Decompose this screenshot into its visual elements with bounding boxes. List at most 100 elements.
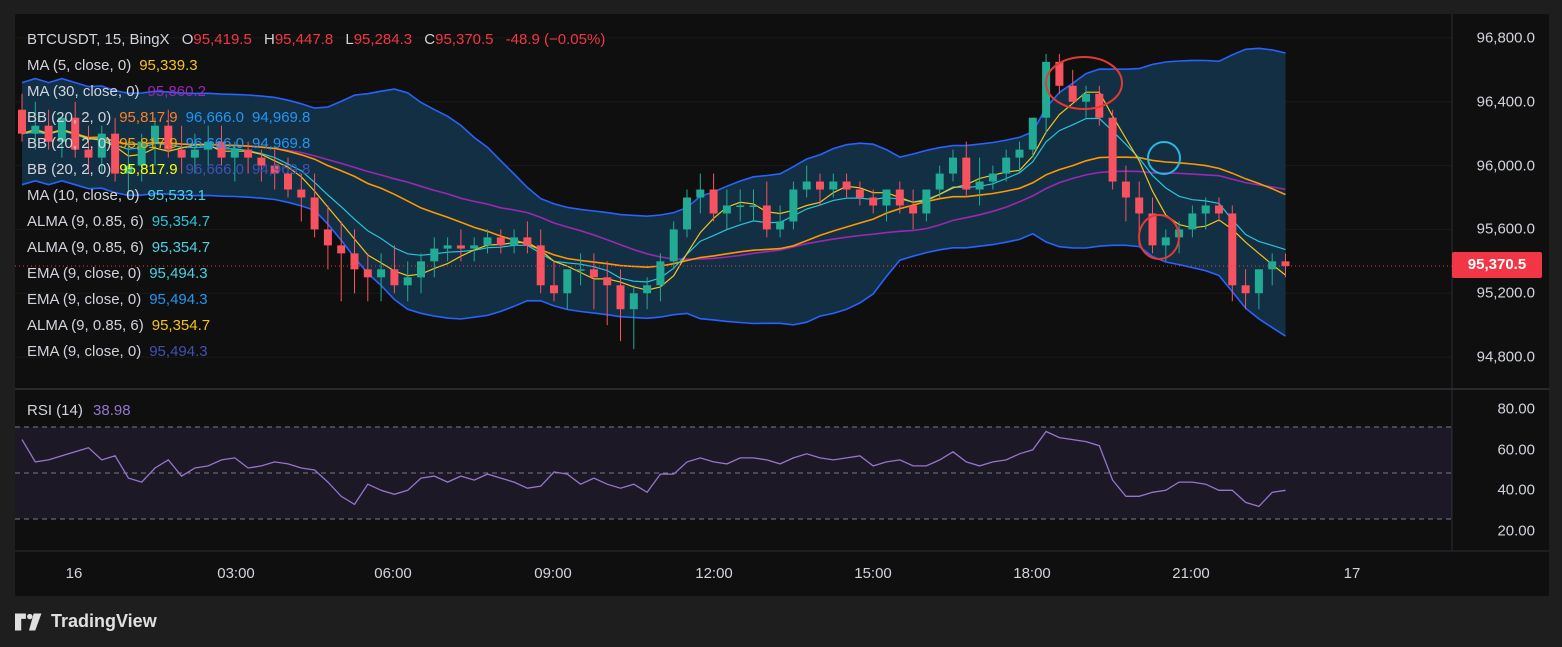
current-price-badge: 95,370.5 [1452,252,1542,278]
time-tick-label: 09:00 [534,565,572,582]
indicator-row[interactable]: MA (10, close, 0) 95,533.1 [27,183,605,209]
rsi-axis[interactable]: 80.00 60.00 40.00 20.00 [1452,14,1549,596]
candle-body [829,181,838,190]
low-label: L [345,31,354,48]
indicator-label: EMA (9, close, 0) [27,265,142,282]
indicator-row[interactable]: BB (20, 2, 0) 95,817.9 96,666.0 94,969.8 [27,157,605,183]
candle-body [1002,157,1011,174]
close-value: 95,370.5 [435,31,494,48]
indicator-value: 95,494.3 [149,343,208,360]
candle-body [949,157,957,174]
candle-body [1028,117,1037,150]
indicator-row[interactable]: EMA (9, close, 0) 95,494.3 [27,261,605,287]
candle-body [1268,261,1277,270]
candle-body [736,205,745,207]
high-label: H [263,31,275,48]
change-value: -48.9 (−0.05%) [505,31,606,48]
indicator-row[interactable]: MA (30, close, 0) 95,860.2 [27,79,605,105]
candle-body [1135,197,1144,214]
candle-body [882,189,891,206]
rsi-tick-label: 20.00 [1497,522,1535,540]
indicator-value: 94,969.8 [252,135,311,152]
candle-body [629,293,638,310]
indicator-row[interactable]: BB (20, 2, 0) 95,817.9 96,666.0 94,969.8 [27,131,605,157]
rsi-tick-label: 40.00 [1497,481,1535,499]
rsi-label: RSI (14) [27,402,83,419]
indicator-value: 95,860.2 [147,83,206,100]
indicator-row[interactable]: ALMA (9, 0.85, 6) 95,354.7 [27,209,605,235]
indicator-row[interactable]: MA (5, close, 0) 95,339.3 [27,53,605,79]
candle-body [935,173,944,190]
indicator-label: EMA (9, close, 0) [27,343,142,360]
indicator-row[interactable]: ALMA (9, 0.85, 6) 95,354.7 [27,235,605,261]
symbol-label[interactable]: BTCUSDT, 15, BingX [27,31,170,48]
indicator-value: 95,354.7 [151,317,211,334]
rsi-legend[interactable]: RSI (14) 38.98 [27,402,131,419]
candle-body [722,205,731,214]
candle-body [1015,149,1024,158]
candle-body [749,205,758,207]
time-tick-label: 06:00 [374,565,412,582]
close-label: C [424,31,436,48]
indicator-value: 95,494.3 [149,291,208,308]
indicator-row[interactable]: EMA (9, close, 0) 95,494.3 [27,287,605,313]
candle-body [683,197,691,230]
indicator-label: EMA (9, close, 0) [27,291,142,308]
rsi-tick-label: 80.00 [1497,400,1535,418]
indicator-row[interactable]: EMA (9, close, 0) 95,494.3 [27,339,605,365]
low-value: 95,284.3 [353,31,413,48]
candle-body [643,285,652,294]
open-label: O [181,31,194,48]
candle-body [909,205,918,214]
candle-body [855,189,864,198]
time-tick-label: 18:00 [1013,565,1051,582]
rsi-band-background [15,427,1452,519]
candle-body [816,181,824,190]
time-tick-label: 21:00 [1172,565,1210,582]
candle-body [1215,205,1223,214]
candle-body [1108,117,1117,182]
time-tick-label: 15:00 [854,565,892,582]
candle-body [762,205,771,230]
indicator-value: 94,969.8 [252,161,311,178]
candle-body [802,181,811,190]
candle-body [776,221,785,230]
indicator-value: 95,354.7 [151,239,211,256]
candle-body [669,229,678,262]
indicator-value: 95,354.7 [151,213,211,230]
candle-body [869,197,878,206]
candle-body [1281,261,1290,267]
candle-body [1254,269,1263,294]
indicator-row[interactable]: ALMA (9, 0.85, 6) 95,354.7 [27,313,605,339]
indicator-label: ALMA (9, 0.85, 6) [27,239,144,256]
indicator-value: 95,817.9 [119,109,178,126]
time-tick-label: 12:00 [695,565,733,582]
indicator-value: 95,339.3 [139,57,198,74]
indicator-label: MA (10, close, 0) [27,187,140,204]
tradingview-brand[interactable]: TradingView [15,611,157,632]
rsi-tick-label: 60.00 [1497,441,1535,459]
candle-body [789,189,798,222]
tradingview-logo-icon [15,612,42,631]
candle-body [1082,93,1090,102]
indicator-list: MA (5, close, 0) 95,339.3 MA (30, close, 0… [27,53,605,365]
candle-body [696,189,705,198]
candle-body [975,181,984,190]
time-tick-label: 16 [65,565,83,582]
brand-name: TradingView [51,611,157,631]
indicator-label: ALMA (9, 0.85, 6) [27,317,144,334]
candle-body [895,189,904,206]
symbol-ohlc-row[interactable]: BTCUSDT, 15, BingX O95,419.5 H95,447.8 L… [27,27,605,53]
indicator-value: 96,666.0 [185,109,244,126]
candle-body [1161,237,1170,246]
indicator-value: 95,817.9 [119,135,178,152]
indicator-value: 95,533.1 [147,187,206,204]
candle-body [1201,205,1210,214]
indicator-value: 95,817.9 [119,161,178,178]
candle-body [1188,213,1197,230]
indicator-value: 94,969.8 [252,109,311,126]
candle-body [709,189,718,214]
indicator-row[interactable]: BB (20, 2, 0) 95,817.9 96,666.0 94,969.8 [27,105,605,131]
time-tick-label: 03:00 [217,565,255,582]
candle-body [1121,181,1130,198]
